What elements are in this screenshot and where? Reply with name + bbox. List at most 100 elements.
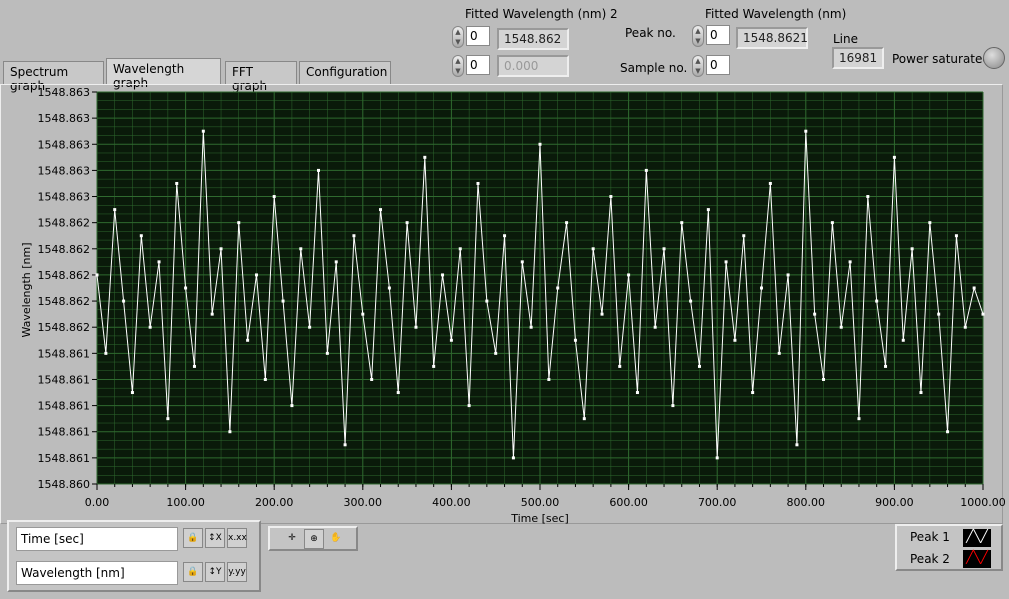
data-point bbox=[379, 208, 383, 212]
y-tick-label: 1548.863 bbox=[38, 164, 91, 177]
data-point bbox=[556, 286, 560, 290]
y-tick-label: 1548.863 bbox=[38, 191, 91, 204]
data-point bbox=[813, 312, 817, 316]
data-point bbox=[511, 456, 515, 460]
data-point bbox=[370, 377, 374, 381]
data-point bbox=[157, 260, 161, 264]
x-axis-label: Time [sec] bbox=[510, 512, 569, 525]
data-point bbox=[848, 260, 852, 264]
x-tick-label: 0.00 bbox=[85, 496, 110, 509]
line-value: 16981 bbox=[832, 47, 884, 69]
fitted2-index-2[interactable]: 0 bbox=[466, 55, 490, 75]
data-point bbox=[946, 430, 950, 434]
graph-palette: ✛ ⊕ ✋ bbox=[268, 526, 358, 551]
fitted2-value-2: 0.000 bbox=[497, 55, 569, 77]
data-point bbox=[706, 208, 710, 212]
x-format-icon[interactable]: x.xx bbox=[227, 528, 247, 548]
data-point bbox=[317, 168, 320, 172]
cursor-icon[interactable]: ✛ bbox=[282, 529, 302, 549]
x-tick-label: 700.00 bbox=[698, 496, 737, 509]
data-point bbox=[963, 325, 967, 329]
data-point bbox=[910, 247, 914, 251]
y-tick-label: 1548.861 bbox=[38, 373, 91, 386]
legend-peak-2-swatch[interactable]: ╱╲╱ bbox=[963, 550, 991, 568]
data-point bbox=[954, 234, 958, 238]
index-spinner-1[interactable]: ▲ ▼ bbox=[452, 26, 464, 48]
data-point bbox=[937, 312, 941, 316]
data-point bbox=[166, 417, 170, 421]
pan-icon[interactable]: ✋ bbox=[326, 529, 346, 549]
legend-peak-1-swatch[interactable]: ╱╲╱ bbox=[963, 529, 991, 547]
data-point bbox=[299, 247, 303, 251]
data-point bbox=[228, 430, 232, 434]
data-point bbox=[600, 312, 604, 316]
data-point bbox=[263, 377, 267, 381]
data-point bbox=[308, 325, 312, 329]
data-point bbox=[892, 155, 896, 159]
data-point bbox=[901, 338, 905, 342]
data-point bbox=[449, 338, 453, 342]
y-tick-label: 1548.861 bbox=[38, 452, 91, 465]
index-spinner-2[interactable]: ▲ ▼ bbox=[452, 55, 464, 77]
y-tick-label: 1548.861 bbox=[38, 426, 91, 439]
data-point bbox=[503, 234, 507, 238]
line-label: Line bbox=[833, 32, 859, 46]
data-point bbox=[627, 273, 631, 277]
data-point bbox=[689, 299, 693, 303]
data-point bbox=[795, 443, 799, 447]
data-point bbox=[653, 325, 657, 329]
data-point bbox=[467, 404, 471, 408]
data-point bbox=[733, 338, 737, 342]
fitted-wavelength-label: Fitted Wavelength (nm) bbox=[705, 7, 847, 21]
y-scale-name[interactable]: Wavelength [nm] bbox=[16, 561, 178, 585]
data-point bbox=[352, 234, 356, 238]
y-tick-label: 1548.862 bbox=[38, 217, 91, 230]
data-point bbox=[175, 181, 179, 185]
x-lock-icon[interactable]: 🔒 bbox=[183, 528, 203, 548]
data-point bbox=[609, 195, 613, 199]
data-point bbox=[671, 404, 675, 408]
data-point bbox=[361, 312, 365, 316]
x-tick-label: 500.00 bbox=[521, 496, 560, 509]
fitted-wavelength-2-label: Fitted Wavelength (nm) 2 bbox=[465, 7, 618, 21]
scale-legend: Time [sec] 🔒 ↕X x.xx Wavelength [nm] 🔒 ↕… bbox=[7, 520, 261, 592]
data-point bbox=[458, 247, 462, 251]
x-tick-label: 100.00 bbox=[166, 496, 205, 509]
data-point bbox=[387, 286, 391, 290]
data-point bbox=[777, 351, 781, 355]
x-tick-label: 200.00 bbox=[255, 496, 294, 509]
data-point bbox=[246, 338, 250, 342]
power-saturated-label: Power saturated bbox=[892, 52, 991, 66]
y-tick-label: 1548.862 bbox=[38, 321, 91, 334]
data-point bbox=[751, 391, 755, 395]
data-point bbox=[591, 247, 595, 251]
y-format-icon[interactable]: y.yy bbox=[227, 562, 247, 582]
x-scale-name[interactable]: Time [sec] bbox=[16, 527, 178, 551]
y-axis-label: Wavelength [nm] bbox=[20, 242, 33, 337]
data-point bbox=[272, 195, 276, 199]
y-tick-label: 1548.862 bbox=[38, 269, 91, 282]
data-point bbox=[822, 377, 826, 381]
peak-no-input[interactable]: 0 bbox=[706, 25, 730, 45]
data-point bbox=[441, 273, 445, 277]
data-point bbox=[768, 181, 772, 185]
data-point bbox=[95, 273, 99, 277]
zoom-icon[interactable]: ⊕ bbox=[304, 529, 324, 549]
data-point bbox=[476, 181, 480, 185]
y-autoscale-icon[interactable]: ↕Y bbox=[205, 562, 225, 582]
data-point bbox=[715, 456, 719, 460]
sample-no-label: Sample no. bbox=[620, 61, 688, 75]
x-autoscale-icon[interactable]: ↕X bbox=[205, 528, 225, 548]
fitted-wavelength-value: 1548.8621 bbox=[736, 27, 808, 49]
sample-spinner[interactable]: ▲ ▼ bbox=[692, 55, 704, 77]
data-point bbox=[680, 221, 684, 225]
data-point bbox=[981, 312, 985, 316]
peak-spinner[interactable]: ▲ ▼ bbox=[692, 25, 704, 47]
data-point bbox=[219, 247, 223, 251]
y-lock-icon[interactable]: 🔒 bbox=[183, 562, 203, 582]
x-tick-label: 900.00 bbox=[875, 496, 914, 509]
legend-peak-2-label: Peak 2 bbox=[910, 552, 950, 566]
sample-no-input[interactable]: 0 bbox=[706, 55, 730, 75]
fitted2-index-1[interactable]: 0 bbox=[466, 26, 490, 46]
data-point bbox=[148, 325, 152, 329]
